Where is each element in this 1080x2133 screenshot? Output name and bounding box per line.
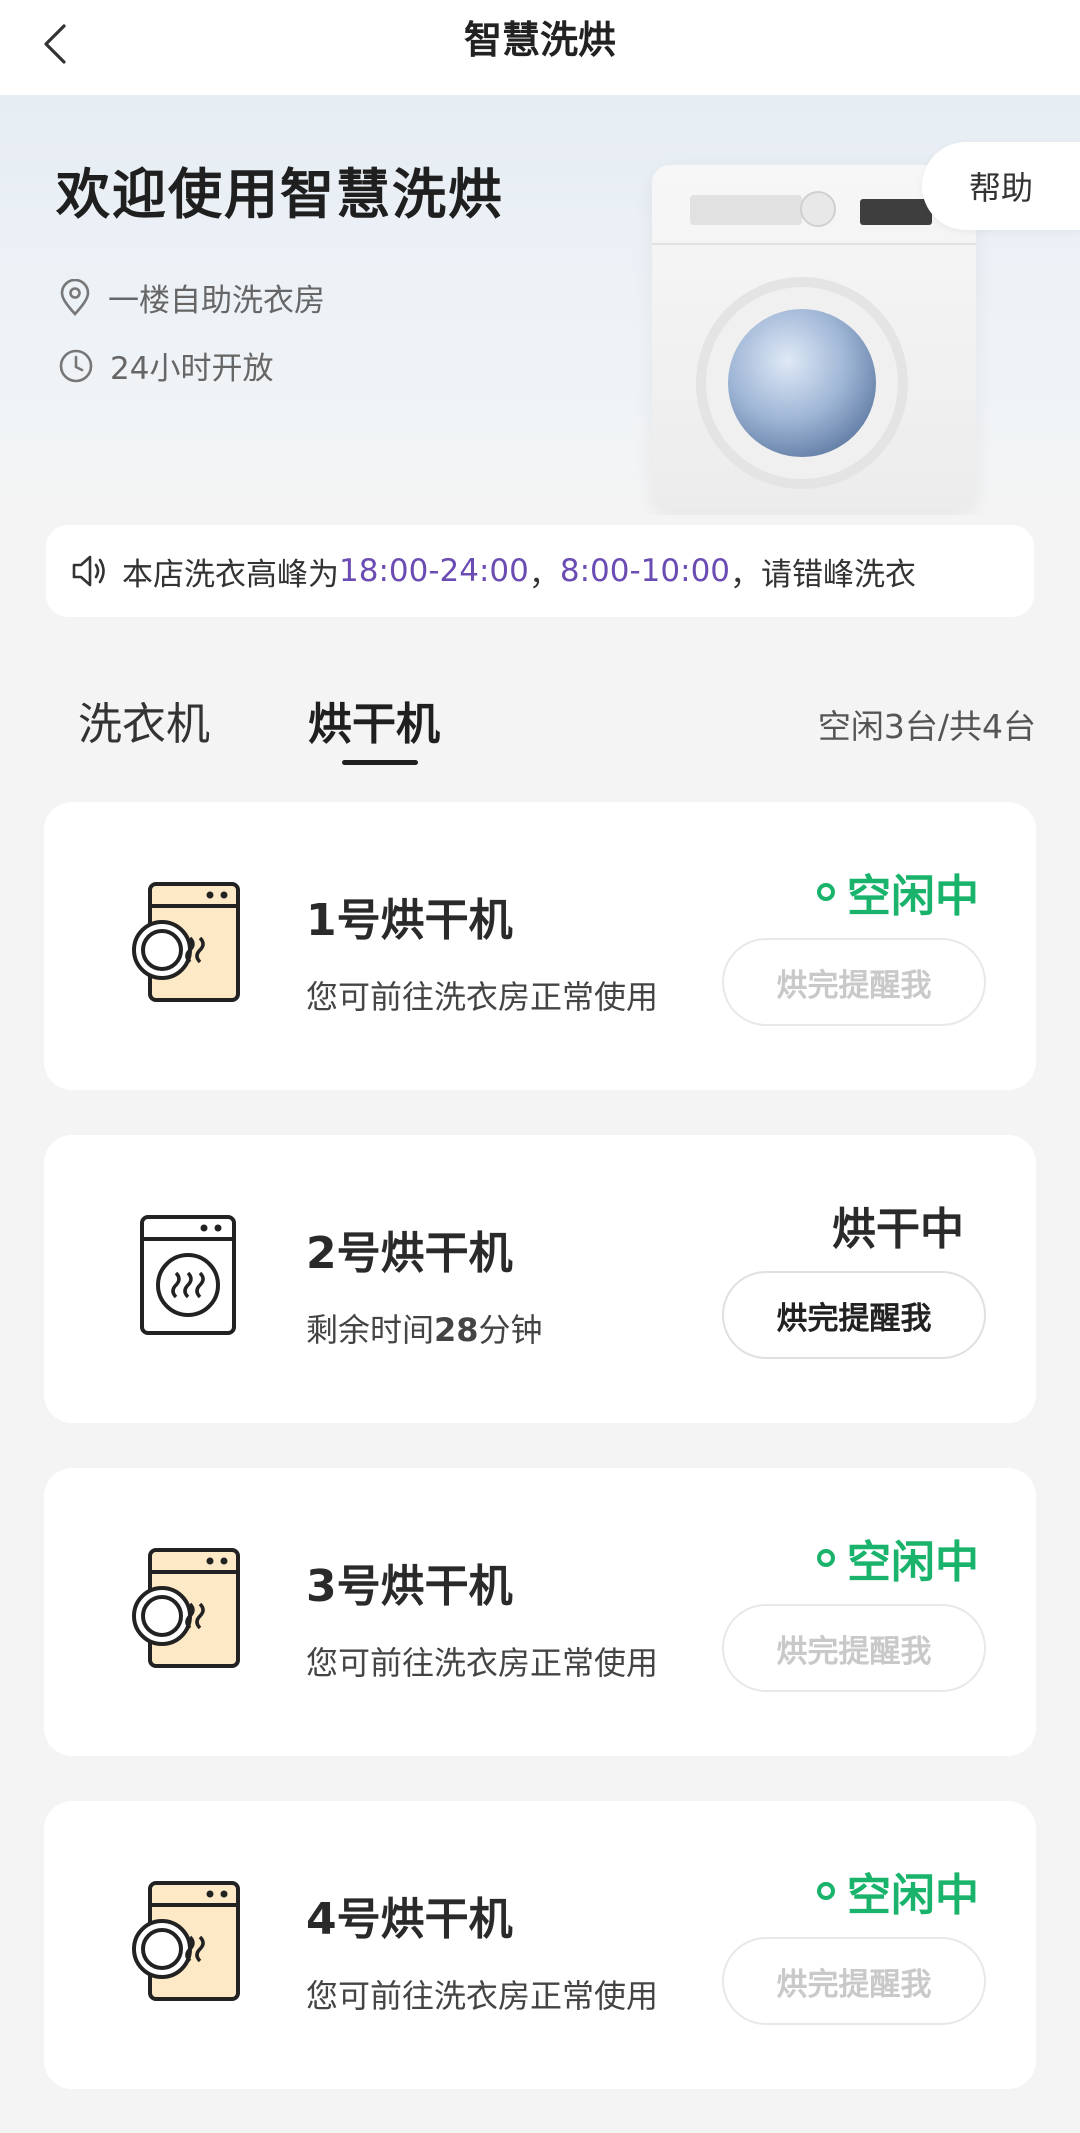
location-pin-icon [60,278,90,316]
dryer-idle-icon [132,1881,240,2001]
remind-me-button[interactable]: 烘完提醒我 [722,1937,986,2025]
machine-name: 1号烘干机 [306,895,513,946]
machine-card[interactable]: 2号烘干机 剩余时间28分钟 烘干中 烘完提醒我 [44,1135,1036,1423]
machine-description: 剩余时间28分钟 [306,1305,543,1351]
speaker-icon [72,555,105,587]
status-text: 空闲中 [847,1537,979,1588]
remaining-prefix: 剩余时间 [306,1311,435,1349]
hours-text: 24小时开放 [110,351,274,387]
status-text: 烘干中 [832,1204,964,1255]
availability-count: 空闲3台/共4台 [817,707,1036,746]
remind-me-button[interactable]: 烘完提醒我 [722,1604,986,1692]
notice-separator: ， [528,556,560,593]
peak-hours-notice: 本店洗衣高峰为 18:00-24:00， 8:00-10:00 ，请错峰洗衣 [46,525,1034,617]
status-text: 空闲中 [847,1870,979,1921]
status-dot-icon [817,1882,835,1900]
dryer-idle-icon [132,1548,240,1668]
active-tab-indicator [342,760,418,765]
status-badge: 空闲中 [778,1526,1018,1590]
remind-me-button[interactable]: 烘完提醒我 [722,1271,986,1359]
status-badge: 烘干中 [778,1193,1018,1257]
machine-name: 3号烘干机 [306,1561,513,1612]
notice-peak-morning: 8:00-10:00 [559,553,731,589]
dryer-idle-icon [132,882,240,1002]
machine-name: 4号烘干机 [306,1894,513,1945]
tab-dryer[interactable]: 烘干机 [308,688,440,752]
notice-prefix: 本店洗衣高峰为 [122,556,339,593]
status-badge: 空闲中 [778,1859,1018,1923]
location-row: 一楼自助洗衣房 [58,275,325,320]
notice-suffix: ，请错峰洗衣 [730,556,917,593]
welcome-title: 欢迎使用智慧洗烘 [56,163,504,226]
machine-card[interactable]: 1号烘干机 您可前往洗衣房正常使用 空闲中 烘完提醒我 [44,802,1036,1090]
location-text: 一楼自助洗衣房 [108,283,325,319]
clock-icon [59,349,93,382]
machine-description: 您可前往洗衣房正常使用 [306,1977,659,2015]
machine-description: 您可前往洗衣房正常使用 [306,978,659,1016]
machine-description: 您可前往洗衣房正常使用 [306,1644,659,1682]
machine-name: 2号烘干机 [306,1228,513,1279]
status-dot-icon [817,1549,835,1567]
machine-card[interactable]: 3号烘干机 您可前往洗衣房正常使用 空闲中 烘完提醒我 [44,1468,1036,1756]
remaining-suffix: 分钟 [478,1311,543,1349]
machine-card[interactable]: 4号烘干机 您可前往洗衣房正常使用 空闲中 烘完提醒我 [44,1801,1036,2089]
status-text: 空闲中 [847,871,979,922]
help-button[interactable]: 帮助 [922,142,1080,230]
page-title: 智慧洗烘 [463,18,616,62]
remaining-minutes: 28 [434,1311,479,1349]
status-badge: 空闲中 [778,860,1018,924]
hero-banner: 欢迎使用智慧洗烘 一楼自助洗衣房 24小时开放 [0,95,1080,515]
washing-machine-illustration [652,165,976,510]
top-nav-bar: 智慧洗烘 [0,0,1080,95]
dryer-running-icon [140,1215,236,1335]
hours-row: 24小时开放 [58,343,273,388]
remind-me-button[interactable]: 烘完提醒我 [722,938,986,1026]
tab-washer[interactable]: 洗衣机 [78,688,210,752]
notice-peak-evening: 18:00-24:00 [339,553,529,589]
status-dot-icon [817,883,835,901]
